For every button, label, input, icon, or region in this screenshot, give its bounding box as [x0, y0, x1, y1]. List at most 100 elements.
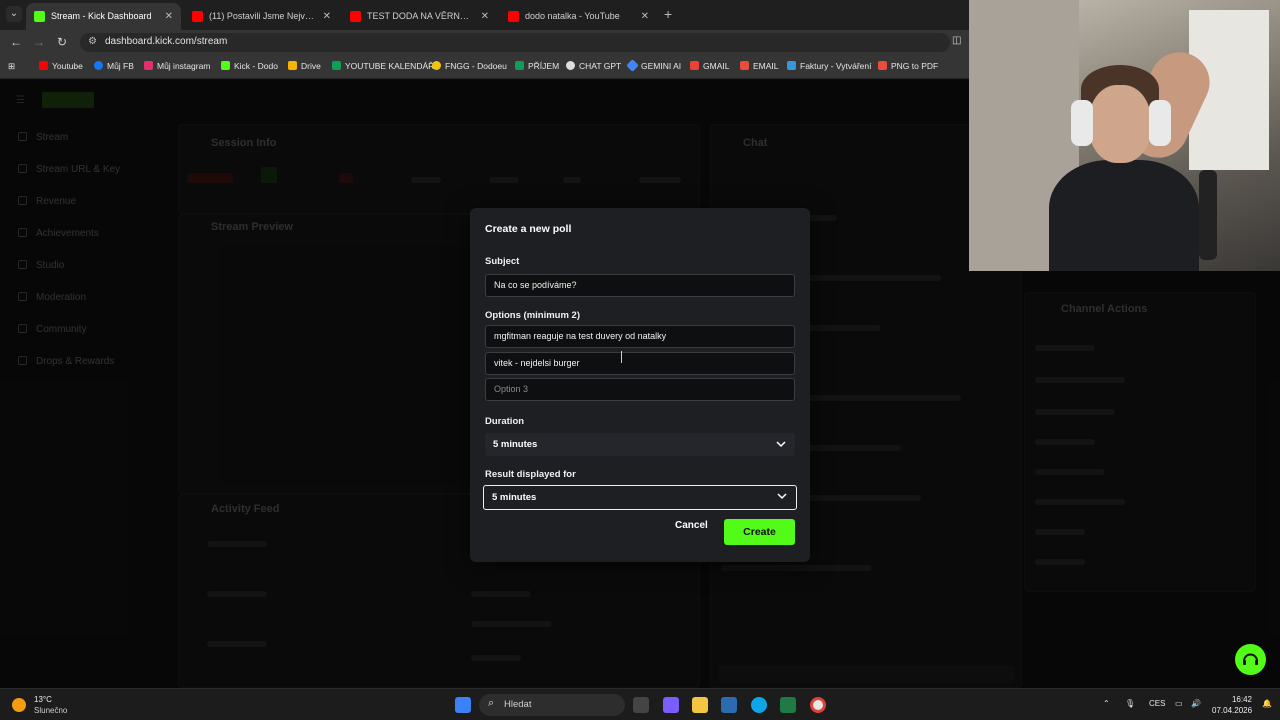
- tab-search-icon[interactable]: ⌄: [6, 6, 22, 22]
- bookmark-png-pdf[interactable]: PNG to PDF: [878, 61, 938, 71]
- bookmark-label: Můj instagram: [157, 61, 211, 71]
- bookmark-label: Kick - Dodo: [234, 61, 278, 71]
- search-placeholder: Hledat: [504, 699, 532, 710]
- bookmark-fb[interactable]: Můj FB: [94, 61, 134, 71]
- close-tab-icon[interactable]: ✕: [641, 3, 649, 30]
- bookmark-label: EMAIL: [753, 61, 779, 71]
- bookmark-kick[interactable]: Kick - Dodo: [221, 61, 278, 71]
- bookmark-label: Faktury - Vytváření: [800, 61, 872, 71]
- back-arrow-icon[interactable]: ←: [10, 35, 22, 49]
- tab-title: dodo natalka - YouTube: [525, 11, 620, 21]
- tab-title: Stream - Kick Dashboard: [51, 11, 152, 21]
- result-value: 5 minutes: [492, 492, 537, 503]
- option-2-input[interactable]: vitek - nejdelsi burger: [485, 352, 795, 375]
- bookmark-chatgpt[interactable]: CHAT GPT: [566, 61, 621, 71]
- excel-icon[interactable]: [780, 697, 796, 713]
- notification-bell-icon[interactable]: 🔔: [1262, 699, 1272, 708]
- bookmark-prijem[interactable]: PŘÍJEM: [515, 61, 559, 71]
- task-view-icon[interactable]: [633, 697, 649, 713]
- option-3-input[interactable]: Option 3: [485, 378, 795, 401]
- tab-title: (11) Postavili Jsme Nejvyšší Burg: [209, 11, 317, 21]
- tab-youtube-dodo[interactable]: dodo natalka - YouTube ✕: [500, 3, 657, 30]
- omnibox[interactable]: ⚙ dashboard.kick.com/stream: [80, 33, 950, 52]
- subject-input[interactable]: Na co se podíváme?: [485, 274, 795, 297]
- facebook-icon: [94, 61, 103, 70]
- tab-kick-dashboard[interactable]: Stream - Kick Dashboard ✕: [26, 3, 181, 30]
- edge-icon[interactable]: [751, 697, 767, 713]
- email-icon: [740, 61, 749, 70]
- sheets-icon: [332, 61, 341, 70]
- option-1-input[interactable]: mgfitman reaguje na test duvery od natal…: [485, 325, 795, 348]
- duration-label: Duration: [485, 416, 525, 427]
- apps-grid-icon[interactable]: ⊞: [8, 61, 15, 72]
- bookmark-label: FNGG - Dodoeu: [445, 61, 507, 71]
- tab-youtube-burger[interactable]: (11) Postavili Jsme Nejvyšší Burg ✕: [184, 3, 339, 30]
- create-button[interactable]: Create: [724, 519, 795, 545]
- youtube-favicon-icon: [508, 11, 519, 22]
- bookmark-fngg[interactable]: FNGG - Dodoeu: [432, 61, 507, 71]
- sheets-icon: [515, 61, 524, 70]
- chatgpt-icon: [566, 61, 575, 70]
- taskbar-clock[interactable]: 16:42 07.04.2026: [1212, 694, 1252, 716]
- url-text[interactable]: dashboard.kick.com/stream: [105, 36, 227, 47]
- plus-icon[interactable]: +: [664, 6, 672, 22]
- chevron-down-icon: [776, 441, 786, 448]
- sun-icon: [12, 698, 26, 712]
- bookmark-youtube[interactable]: Youtube: [39, 61, 83, 71]
- search-icon: ⌕: [488, 697, 495, 709]
- close-tab-icon[interactable]: ✕: [323, 3, 331, 30]
- tab-title: TEST DODA NA VĚRNOST - YouT: [367, 11, 475, 21]
- microphone-icon[interactable]: 🎙: [1125, 699, 1135, 708]
- tab-youtube-test[interactable]: TEST DODA NA VĚRNOST - YouT ✕: [342, 3, 497, 30]
- kick-icon: [221, 61, 230, 70]
- support-chat-button[interactable]: [1235, 644, 1266, 675]
- outlook-icon[interactable]: [721, 697, 737, 713]
- bookmark-yt-kalendar[interactable]: YOUTUBE KALENDÁŘ: [332, 61, 434, 71]
- close-tab-icon[interactable]: ✕: [165, 3, 173, 30]
- forward-arrow-icon[interactable]: →: [33, 35, 45, 49]
- webcam-person-face: [1089, 85, 1151, 163]
- language-indicator[interactable]: CES: [1149, 699, 1165, 708]
- file-explorer-icon[interactable]: [692, 697, 708, 713]
- reload-icon[interactable]: ↻: [57, 35, 67, 49]
- site-info-icon[interactable]: ⚙: [88, 36, 97, 47]
- bookmark-instagram[interactable]: Můj instagram: [144, 61, 210, 71]
- headphones-icon: [1071, 100, 1093, 146]
- bookmark-label: GMAIL: [703, 61, 730, 71]
- cancel-button[interactable]: Cancel: [675, 520, 708, 531]
- bookmark-email[interactable]: EMAIL: [740, 61, 779, 71]
- instagram-icon: [144, 61, 153, 70]
- bookmark-label: GEMINI AI: [641, 61, 682, 71]
- clock-time: 16:42: [1231, 695, 1252, 704]
- gemini-icon: [626, 59, 639, 72]
- weather-desc: Slunečno: [34, 706, 68, 715]
- bookmark-label: YOUTUBE KALENDÁŘ: [345, 61, 435, 71]
- windows-start-icon[interactable]: [455, 697, 471, 713]
- close-tab-icon[interactable]: ✕: [481, 3, 489, 30]
- bookmark-faktury[interactable]: Faktury - Vytváření: [787, 61, 871, 71]
- chevron-up-icon[interactable]: ⌃: [1103, 699, 1110, 708]
- create-poll-modal: Create a new poll Subject Na co se podív…: [470, 208, 810, 562]
- fngg-icon: [432, 61, 441, 70]
- taskbar-search[interactable]: ⌕ Hledat: [479, 694, 625, 716]
- bookmark-label: Youtube: [52, 61, 83, 71]
- bookmark-label: PŘÍJEM: [528, 61, 560, 71]
- bookmark-gemini[interactable]: GEMINI AI: [626, 59, 682, 72]
- youtube-icon: [39, 61, 48, 70]
- pdf-icon: [878, 61, 887, 70]
- bookmark-drive[interactable]: Drive: [288, 61, 321, 71]
- duration-value: 5 minutes: [493, 439, 538, 450]
- text-cursor-icon: [621, 351, 624, 363]
- bookmark-label: Drive: [301, 61, 321, 71]
- network-icon[interactable]: ▭: [1175, 699, 1183, 708]
- youtube-favicon-icon: [192, 11, 203, 22]
- volume-icon[interactable]: 🔊: [1191, 699, 1201, 708]
- drive-icon: [288, 61, 297, 70]
- bookmark-gmail[interactable]: GMAIL: [690, 61, 729, 71]
- bookmark-label: PNG to PDF: [891, 61, 939, 71]
- lens-icon[interactable]: ◫: [952, 35, 961, 46]
- duration-select[interactable]: 5 minutes: [485, 433, 795, 456]
- copilot-icon[interactable]: [663, 697, 679, 713]
- chrome-icon[interactable]: [810, 697, 826, 713]
- result-select[interactable]: 5 minutes: [483, 485, 797, 510]
